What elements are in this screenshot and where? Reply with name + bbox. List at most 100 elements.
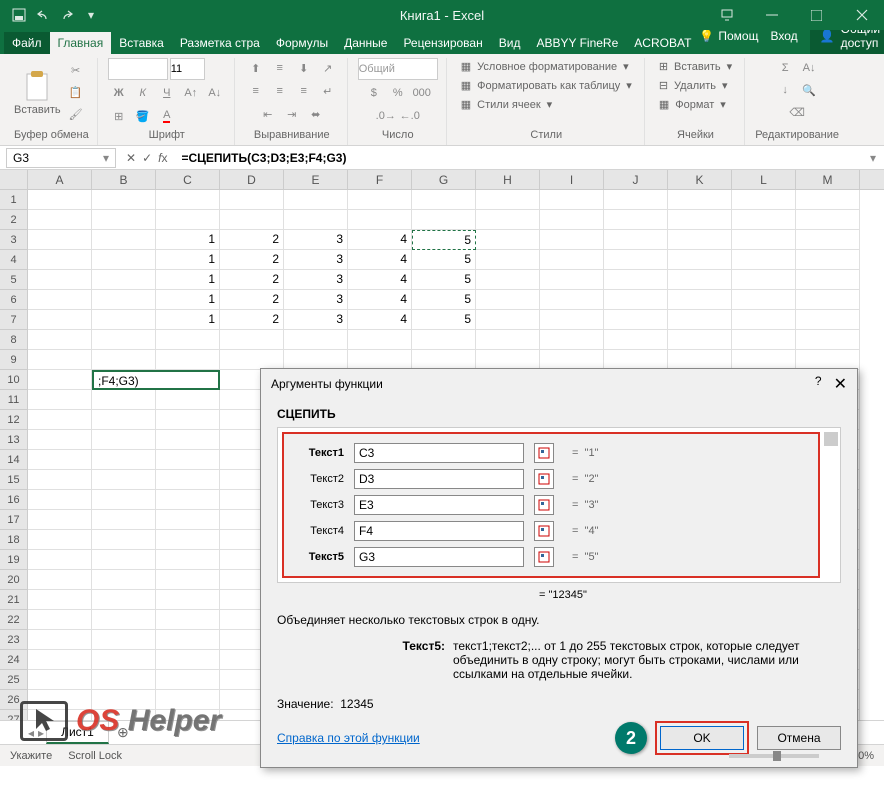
cell[interactable] xyxy=(92,310,156,330)
cell[interactable] xyxy=(540,250,604,270)
cell[interactable] xyxy=(92,250,156,270)
wrap-text-icon[interactable]: ↵ xyxy=(317,81,339,101)
cell[interactable]: 5 xyxy=(412,310,476,330)
cell[interactable]: 3 xyxy=(284,230,348,250)
cell[interactable] xyxy=(732,330,796,350)
col-header[interactable]: D xyxy=(220,170,284,189)
row-header[interactable]: 25 xyxy=(0,670,28,690)
cell[interactable] xyxy=(476,310,540,330)
cell[interactable] xyxy=(604,290,668,310)
font-grow-icon[interactable]: A↑ xyxy=(180,83,202,103)
bold-button[interactable]: Ж xyxy=(108,83,130,103)
row-header[interactable]: 1 xyxy=(0,190,28,210)
cell[interactable] xyxy=(604,250,668,270)
indent-inc-icon[interactable]: ⇥ xyxy=(281,104,303,124)
ribbon-options-icon[interactable] xyxy=(704,0,749,30)
row-header[interactable]: 11 xyxy=(0,390,28,410)
dialog-close-icon[interactable]: ✕ xyxy=(834,374,847,394)
cell[interactable] xyxy=(156,530,220,550)
cell[interactable] xyxy=(732,250,796,270)
cell[interactable] xyxy=(668,290,732,310)
cell[interactable] xyxy=(668,210,732,230)
cell[interactable] xyxy=(796,330,860,350)
cell[interactable] xyxy=(220,210,284,230)
cell[interactable] xyxy=(28,530,92,550)
save-icon[interactable] xyxy=(8,4,30,26)
cell[interactable] xyxy=(476,290,540,310)
tab-layout[interactable]: Разметка стра xyxy=(172,32,268,54)
cell[interactable] xyxy=(92,570,156,590)
cell[interactable] xyxy=(604,350,668,370)
cell[interactable] xyxy=(604,190,668,210)
format-cells-button[interactable]: ▦ Формат ▾ xyxy=(655,96,730,113)
cell[interactable] xyxy=(92,470,156,490)
cell[interactable] xyxy=(540,330,604,350)
tab-formulas[interactable]: Формулы xyxy=(268,32,336,54)
cell[interactable] xyxy=(92,610,156,630)
cancel-button[interactable]: Отмена xyxy=(757,726,841,750)
cell[interactable] xyxy=(604,210,668,230)
cell[interactable] xyxy=(540,210,604,230)
cell[interactable] xyxy=(28,250,92,270)
underline-button[interactable]: Ч xyxy=(156,83,178,103)
tab-data[interactable]: Данные xyxy=(336,32,395,54)
cell[interactable] xyxy=(28,610,92,630)
find-icon[interactable]: 🔍 xyxy=(798,80,820,100)
col-header[interactable]: M xyxy=(796,170,860,189)
cell[interactable]: 2 xyxy=(220,310,284,330)
col-header[interactable]: B xyxy=(92,170,156,189)
cell[interactable] xyxy=(92,190,156,210)
enter-formula-icon[interactable]: ✓ xyxy=(142,151,152,165)
row-header[interactable]: 10 xyxy=(0,370,28,390)
cell[interactable]: 2 xyxy=(220,290,284,310)
cell[interactable] xyxy=(156,570,220,590)
cell[interactable] xyxy=(92,330,156,350)
cell[interactable] xyxy=(412,190,476,210)
cell[interactable] xyxy=(92,290,156,310)
cell-styles-button[interactable]: ▦ Стили ячеек ▾ xyxy=(457,96,556,113)
cell[interactable] xyxy=(284,330,348,350)
row-header[interactable]: 17 xyxy=(0,510,28,530)
tab-insert[interactable]: Вставка xyxy=(111,32,172,54)
dialog-titlebar[interactable]: Аргументы функции ? ✕ xyxy=(261,369,857,399)
cell[interactable] xyxy=(540,310,604,330)
arg-input[interactable] xyxy=(354,495,524,515)
fx-icon[interactable]: fx xyxy=(158,151,167,165)
cell[interactable] xyxy=(796,250,860,270)
cell[interactable] xyxy=(796,230,860,250)
cancel-formula-icon[interactable]: ✕ xyxy=(126,151,136,165)
row-header[interactable]: 4 xyxy=(0,250,28,270)
cell[interactable] xyxy=(796,310,860,330)
cell[interactable]: 4 xyxy=(348,230,412,250)
cell[interactable]: ;F4;G3) xyxy=(92,370,220,390)
cell[interactable] xyxy=(412,330,476,350)
cell[interactable] xyxy=(156,630,220,650)
range-selector-icon[interactable] xyxy=(534,521,554,541)
row-header[interactable]: 15 xyxy=(0,470,28,490)
col-header[interactable]: J xyxy=(604,170,668,189)
font-name-select[interactable] xyxy=(108,58,168,80)
indent-dec-icon[interactable]: ⇤ xyxy=(257,104,279,124)
format-as-table-button[interactable]: ▦ Форматировать как таблицу ▾ xyxy=(457,77,636,94)
cell[interactable] xyxy=(28,430,92,450)
tab-abbyy[interactable]: ABBYY FineRe xyxy=(528,32,626,54)
cell[interactable] xyxy=(92,390,156,410)
cell[interactable]: 4 xyxy=(348,310,412,330)
tab-review[interactable]: Рецензирован xyxy=(395,32,490,54)
cell[interactable] xyxy=(156,550,220,570)
cell[interactable] xyxy=(92,550,156,570)
select-all-corner[interactable] xyxy=(0,170,28,189)
cell[interactable] xyxy=(796,270,860,290)
cell[interactable] xyxy=(92,350,156,370)
align-right-icon[interactable]: ≡ xyxy=(293,81,315,101)
cell[interactable] xyxy=(668,250,732,270)
cell[interactable] xyxy=(92,670,156,690)
col-header[interactable]: C xyxy=(156,170,220,189)
border-button[interactable]: ⊞ xyxy=(108,106,130,126)
cell[interactable] xyxy=(668,230,732,250)
cell[interactable] xyxy=(92,530,156,550)
tab-file[interactable]: Файл xyxy=(4,32,50,54)
cell[interactable]: 3 xyxy=(284,270,348,290)
cell[interactable] xyxy=(28,330,92,350)
row-header[interactable]: 23 xyxy=(0,630,28,650)
